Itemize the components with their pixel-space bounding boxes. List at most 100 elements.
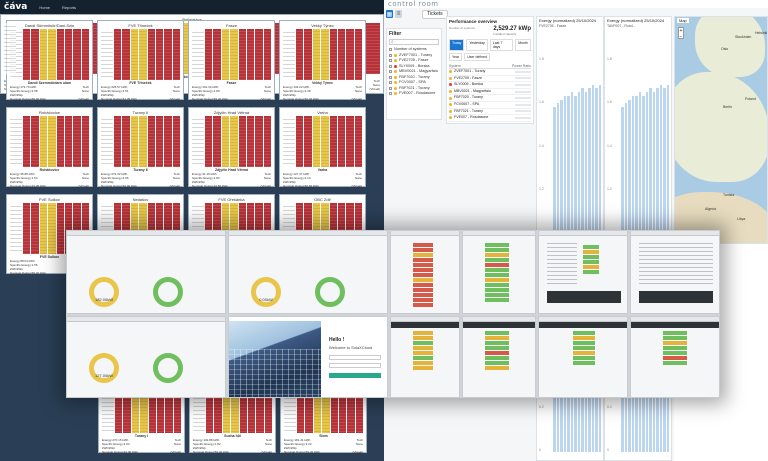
plant-card[interactable]: Zdjyčin Hrad Větrná Zdjyčin Hrad Větrná … (188, 107, 275, 188)
status-dot (449, 116, 452, 120)
plant-tech-value: None (81, 176, 89, 180)
gauge-value: 127.00kW (94, 373, 113, 378)
username-field[interactable] (329, 355, 381, 360)
period-tab[interactable]: Month (515, 39, 531, 51)
plant-nominal-output: Nominal Output:22.50 kWp (192, 184, 229, 188)
password-field[interactable] (329, 363, 381, 368)
energy-heatmap (283, 29, 362, 80)
heatmap-axis (283, 116, 295, 167)
zoom-controls[interactable]: + − (678, 27, 684, 40)
filter-list: Number of systems ZVEF7001 - Turany FVE270… (389, 47, 439, 97)
plant-tech-value: None (173, 442, 181, 446)
status-dot (394, 75, 397, 79)
checkbox[interactable] (389, 75, 392, 79)
chart-date[interactable]: 25/10/2024 (644, 18, 664, 23)
power-ratio-bar (515, 70, 531, 73)
filter-item[interactable]: FVE007 - Rosdasone (389, 91, 439, 97)
dashboard-shot-2: 0.00kW (228, 230, 388, 314)
table-row[interactable]: FBF7020 - Turany (449, 95, 531, 102)
nav-home[interactable]: Home (39, 5, 50, 10)
list-view-icon[interactable]: ≡ (395, 10, 402, 18)
chart-title-text: Energy (normalized) (539, 18, 576, 23)
grid-view-icon[interactable]: ▦ (386, 10, 393, 18)
app-logo: control room (388, 0, 439, 8)
y-tick-label: 1.4 (607, 143, 612, 148)
checkbox[interactable] (389, 86, 392, 90)
dashboard-shot-1: 182.00kW (66, 230, 226, 314)
energy-heatmap (10, 116, 89, 167)
table-row[interactable]: ZVEF7001 - Turany (449, 69, 531, 76)
plant-card[interactable]: Fasze Fasze Energy:101.34 kWh Tech Speci… (188, 20, 275, 101)
checkbox[interactable] (389, 92, 392, 96)
plant-card[interactable]: Turany II Turany II Energy:272.32 kWh Te… (97, 107, 184, 188)
plant-nominal-output: Nominal Output:92.00 kWp (102, 450, 139, 454)
plant-nominal-output: Nominal Output:64.35 kWp (101, 97, 138, 101)
table-row[interactable]: FVE007 - Rosdasone (449, 115, 531, 122)
filter-panel: Filter ⌕ Number of systems ZVEF7001 - Tur… (386, 28, 442, 120)
plant-card[interactable]: Dandi Sümmösör/Dani-Szin Dandi Szemmörda… (6, 20, 93, 101)
table-row[interactable]: FCV0007 - SPA (449, 102, 531, 109)
app-header: control room (384, 0, 768, 8)
kpi-systems-label: Number of systems (449, 26, 475, 30)
period-filter[interactable]: Year (449, 53, 463, 61)
table-row[interactable]: SLY0009 - Borska (449, 82, 531, 89)
plant-nominal-output: Nominal Output:56.40 kWp (10, 97, 47, 101)
plant-card[interactable]: Roháčovice Roháčovice Energy:35.86 kWh T… (6, 107, 93, 188)
plant-status: (Virtual) (352, 450, 363, 454)
nav-reports[interactable]: Reports (62, 5, 76, 10)
plant-card[interactable]: FVE Třineček FVE Třineček Energy:225.57 … (97, 20, 184, 101)
col-ratio[interactable]: Power Ratio (512, 64, 531, 68)
table-row[interactable]: FVE2705 - Fasze (449, 76, 531, 83)
col-system[interactable]: System (449, 64, 461, 68)
chart-date[interactable]: 25/10/2024 (576, 18, 596, 23)
system-name: ZVEF7001 - Turany (454, 69, 486, 73)
checkbox[interactable] (389, 59, 392, 63)
filter-search-input[interactable]: ⌕ (389, 39, 439, 45)
map-city-label: Berlin (723, 105, 732, 109)
y-tick-label: 0.2 (539, 404, 544, 409)
checkbox[interactable] (389, 81, 392, 85)
power-gauge (89, 353, 119, 383)
table-row[interactable]: FBF7021 - Turany (449, 109, 531, 116)
map-land-scandinavia (695, 17, 765, 77)
status-dot (394, 92, 397, 96)
checkbox[interactable] (389, 48, 392, 52)
system-name: FBF7020 - Turany (454, 95, 483, 100)
status-dot (394, 59, 397, 63)
table-row[interactable]: MBV0021 - Magyarfalu (449, 89, 531, 96)
plant-card[interactable]: Varha Varha Energy:127.37 kWh Tech Speci… (279, 107, 366, 188)
plant-card-summary: Turany I Energy:270.15 kWh Tech Specific… (102, 434, 181, 454)
heatmap-axis (4, 23, 16, 74)
plant-status: (Virtual) (78, 97, 89, 101)
login-button[interactable] (329, 373, 381, 378)
welcome-subtitle: Welcome to SolaXCloud (329, 345, 373, 350)
energy-heatmap (283, 116, 362, 167)
plant-card-summary: Zdjyčin Hrad Větrná Energy:41.16 kWh Tec… (192, 168, 271, 188)
checkbox[interactable] (389, 53, 392, 57)
map-panel[interactable]: Map + − Oslo Stockholm Helsinki Berlin Poland… (674, 16, 768, 244)
period-tab[interactable]: Last 7 days (489, 39, 514, 51)
period-filter[interactable]: User defined (464, 53, 490, 61)
heatmap-axis (101, 29, 113, 80)
plant-specific-energy: Specific Energy:3.22 kWh/kWp (284, 442, 312, 450)
checkbox[interactable] (389, 70, 392, 74)
chart-title-text: Energy (normalized) (607, 18, 644, 23)
plant-specific-energy: Specific Energy:2.94 kWh/kWp (102, 442, 130, 450)
plant-status: (Virtual) (260, 97, 271, 101)
status-dot (394, 70, 397, 74)
plant-nominal-output: Nominal Output:23.25 kWp (10, 184, 47, 188)
checkbox[interactable] (389, 64, 392, 68)
status-dot (394, 86, 397, 90)
plant-nominal-output: Nominal Output:56.40 kWp (10, 271, 47, 275)
energy-heatmap (101, 29, 180, 80)
filter-title: Filter (389, 31, 402, 37)
period-tab[interactable]: Today (449, 39, 465, 51)
plant-card[interactable]: Vekký Týnec Vekký Týnec Energy:134.22 kW… (279, 20, 366, 101)
tickets-button[interactable]: Tickets (422, 10, 448, 19)
plant-nominal-output: Nominal Output:56.40 kWp (283, 97, 320, 101)
report-heatmap (413, 243, 433, 307)
chart-title: Energy (normalized) 25/10/2024 (605, 17, 671, 24)
plant-specific-energy: Specific Energy:1.56 kWh/kWp (10, 263, 38, 271)
period-tab[interactable]: Yesterday (466, 39, 488, 51)
plant-card-summary: Dandi Szemmördarn ulam Energy:173.70 kWh… (10, 81, 89, 101)
